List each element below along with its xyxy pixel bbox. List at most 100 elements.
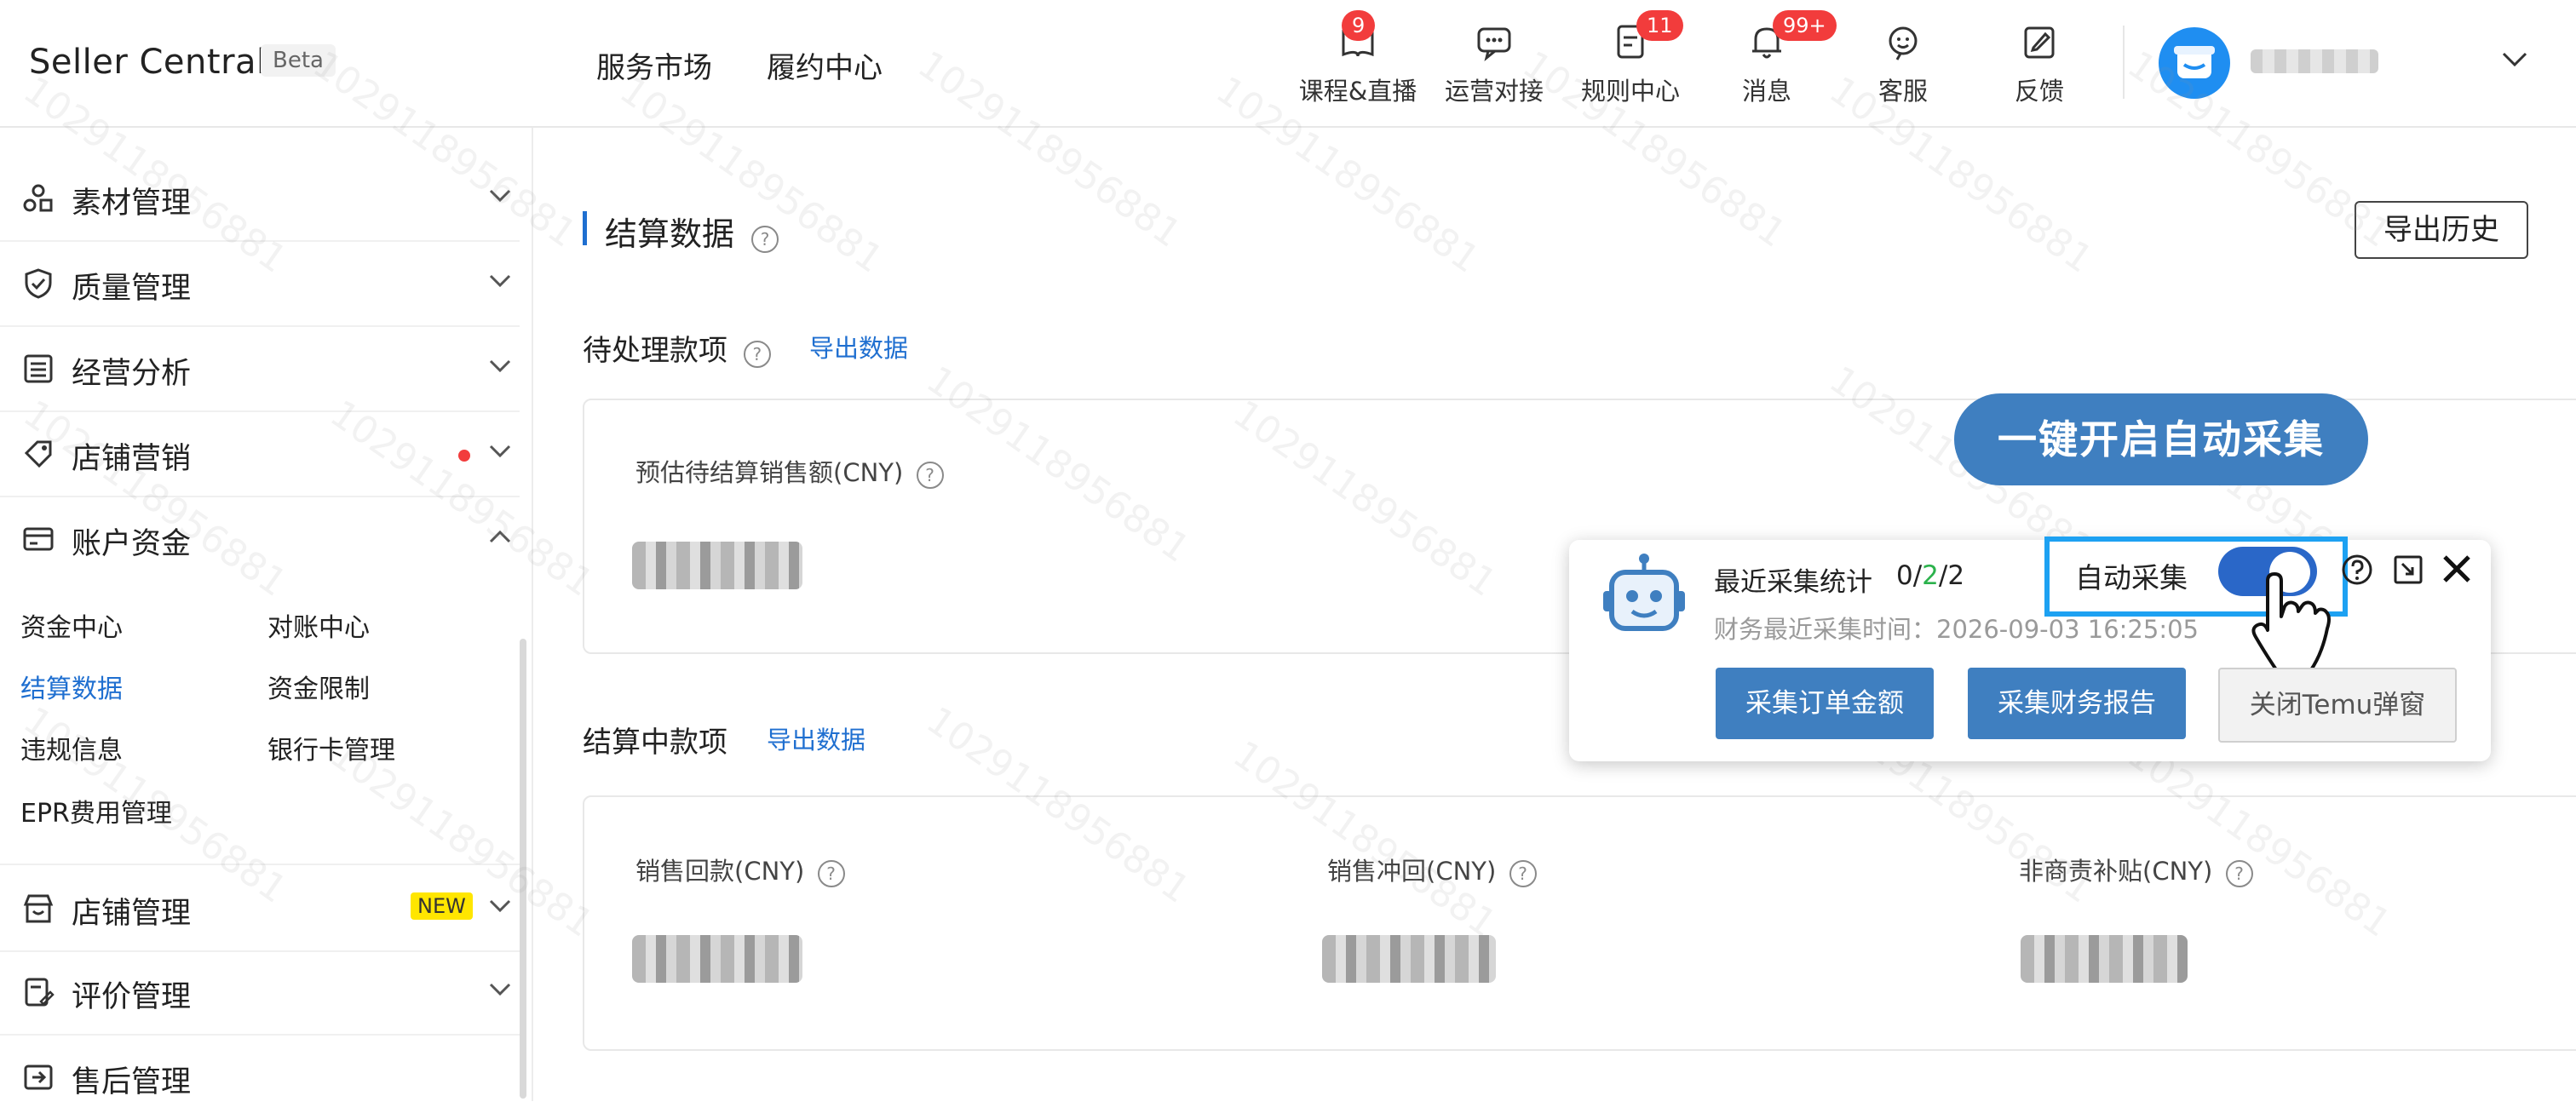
- messages-badge: 99+: [1773, 10, 1837, 41]
- collect-order-amount-button[interactable]: 采集订单金额: [1716, 668, 1934, 739]
- sales-reversal-blurred: [1322, 935, 1496, 983]
- analytics-icon: [22, 353, 55, 385]
- avatar[interactable]: [2159, 27, 2230, 99]
- subitem-bank-cards[interactable]: 银行卡管理: [267, 729, 395, 766]
- sidebar-item-analytics[interactable]: 经营分析: [0, 325, 520, 412]
- header-messages[interactable]: 99+ 消息: [1707, 10, 1837, 107]
- sidebar-item-assets[interactable]: 素材管理: [0, 155, 520, 242]
- support-icon: [1883, 22, 1923, 61]
- chevron-up-icon: [489, 530, 511, 547]
- stat-part: 0/: [1896, 560, 1923, 591]
- subsidy-blurred: [2021, 935, 2188, 983]
- sidebar-item-marketing[interactable]: 店铺营销: [0, 410, 520, 497]
- sidebar-item-store[interactable]: 店铺管理 NEW: [0, 864, 520, 952]
- pending-metric-label: 预估待结算销售额(CNY): [635, 458, 904, 487]
- chevron-down-icon: [489, 359, 511, 376]
- metric-label: 销售回款(CNY): [635, 857, 805, 886]
- chevron-down-icon: [489, 899, 511, 916]
- subitem-violations[interactable]: 违规信息: [20, 729, 123, 766]
- auto-collect-promo-pill[interactable]: 一键开启自动采集: [1954, 393, 2368, 485]
- course-live-label: 课程&直播: [1298, 77, 1417, 106]
- rules-center-label: 规则中心: [1580, 77, 1680, 106]
- subitem-reconciliation[interactable]: 对账中心: [267, 606, 370, 644]
- header-rules-center[interactable]: 11 规则中心: [1571, 10, 1690, 107]
- customer-service-label: 客服: [1877, 77, 1928, 106]
- rules-badge: 11: [1636, 10, 1683, 41]
- sidebar-item-reviews[interactable]: 评价管理: [0, 949, 520, 1036]
- pending-section-title: 待处理款项 ?: [583, 327, 771, 369]
- sidebar-item-label: 评价管理: [72, 980, 192, 1014]
- sidebar-item-account-funds[interactable]: 账户资金: [0, 496, 520, 596]
- robot-icon: [1600, 552, 1688, 640]
- store-icon: [22, 892, 55, 925]
- document-icon: 11: [1611, 10, 1683, 61]
- page-title: 结算数据 ?: [605, 208, 779, 255]
- header-course-live[interactable]: 9 课程&直播: [1298, 10, 1417, 107]
- help-icon[interactable]: ?: [751, 226, 779, 253]
- course-badge: 9: [1342, 10, 1376, 41]
- export-history-button[interactable]: 导出历史: [2355, 201, 2528, 259]
- collect-stat-label: 最近采集统计: [1714, 567, 1872, 598]
- settling-section-title: 结算中款项: [583, 726, 727, 760]
- help-icon[interactable]: ?: [2225, 860, 2253, 887]
- after-sale-icon: [22, 1061, 55, 1093]
- help-icon[interactable]: ?: [916, 462, 944, 489]
- bell-icon: 99+: [1747, 10, 1837, 61]
- close-temu-popup-button[interactable]: 关闭Temu弹窗: [2218, 668, 2457, 743]
- settling-export-link[interactable]: 导出数据: [767, 720, 865, 756]
- subitem-fund-limit[interactable]: 资金限制: [267, 668, 370, 705]
- metric-sales-receipt: 销售回款(CNY) ?: [635, 852, 845, 887]
- tag-icon: [22, 438, 55, 470]
- close-icon[interactable]: [2440, 552, 2474, 589]
- metric-label: 销售冲回(CNY): [1327, 857, 1497, 886]
- sidebar-item-after-sales[interactable]: 售后管理: [0, 1034, 520, 1119]
- subitem-fund-center[interactable]: 资金中心: [20, 606, 123, 644]
- header-customer-service[interactable]: 客服: [1843, 17, 1963, 107]
- help-icon[interactable]: ?: [1509, 860, 1537, 887]
- sidebar-item-label: 经营分析: [72, 357, 192, 391]
- shield-check-icon: [22, 267, 55, 300]
- stat-part: /2: [1938, 560, 1965, 591]
- settling-card: [583, 795, 2576, 1051]
- edit-icon: [2020, 22, 2059, 61]
- messages-label: 消息: [1741, 77, 1791, 106]
- help-icon[interactable]: ?: [817, 860, 845, 887]
- nav-service-market[interactable]: 服务市场: [596, 44, 712, 86]
- chevron-down-icon: [489, 983, 511, 1000]
- ops-connect-label: 运营对接: [1444, 77, 1544, 106]
- store-avatar-icon: [2174, 46, 2215, 78]
- sidebar-scrollbar[interactable]: [520, 639, 526, 1099]
- collect-finance-report-button[interactable]: 采集财务报告: [1968, 668, 2186, 739]
- review-icon: [22, 976, 55, 1008]
- page-title-text: 结算数据: [605, 215, 735, 253]
- pending-amount-blurred: [632, 542, 802, 589]
- pending-title-text: 待处理款项: [583, 334, 727, 368]
- subitem-epr-fees[interactable]: EPR费用管理: [20, 792, 172, 829]
- stat-part-green: 2: [1922, 560, 1939, 591]
- book-icon: 9: [1338, 10, 1377, 61]
- header-ops-connect[interactable]: 运营对接: [1435, 17, 1554, 107]
- help-icon[interactable]: ?: [743, 341, 771, 368]
- chevron-down-icon: [489, 189, 511, 206]
- sidebar-item-label: 质量管理: [72, 272, 192, 306]
- auto-collect-label: 自动采集: [2075, 561, 2188, 594]
- sidebar-item-label: 店铺管理: [72, 897, 192, 931]
- sidebar-item-label: 素材管理: [72, 186, 192, 221]
- header-feedback[interactable]: 反馈: [1980, 17, 2099, 107]
- chevron-down-icon: [489, 274, 511, 291]
- minimize-icon[interactable]: [2392, 554, 2424, 589]
- chat-icon: [1475, 22, 1514, 61]
- subitem-settlement-data[interactable]: 结算数据: [20, 668, 123, 705]
- username-blurred[interactable]: [2251, 49, 2378, 73]
- brand-title[interactable]: Seller Central: [29, 43, 267, 82]
- collect-stat-value: 0/2/2: [1896, 560, 1964, 591]
- nav-fulfillment-center[interactable]: 履约中心: [767, 44, 883, 86]
- account-chevron-down-icon[interactable]: [2501, 51, 2528, 72]
- help-icon[interactable]: [2341, 554, 2373, 589]
- sidebar-item-quality[interactable]: 质量管理: [0, 240, 520, 327]
- title-accent-bar: [583, 211, 587, 245]
- metric-sales-reversal: 销售冲回(CNY) ?: [1327, 852, 1537, 887]
- sidebar-item-label: 账户资金: [72, 527, 192, 561]
- notification-dot: [458, 450, 470, 462]
- pending-export-link[interactable]: 导出数据: [809, 329, 908, 364]
